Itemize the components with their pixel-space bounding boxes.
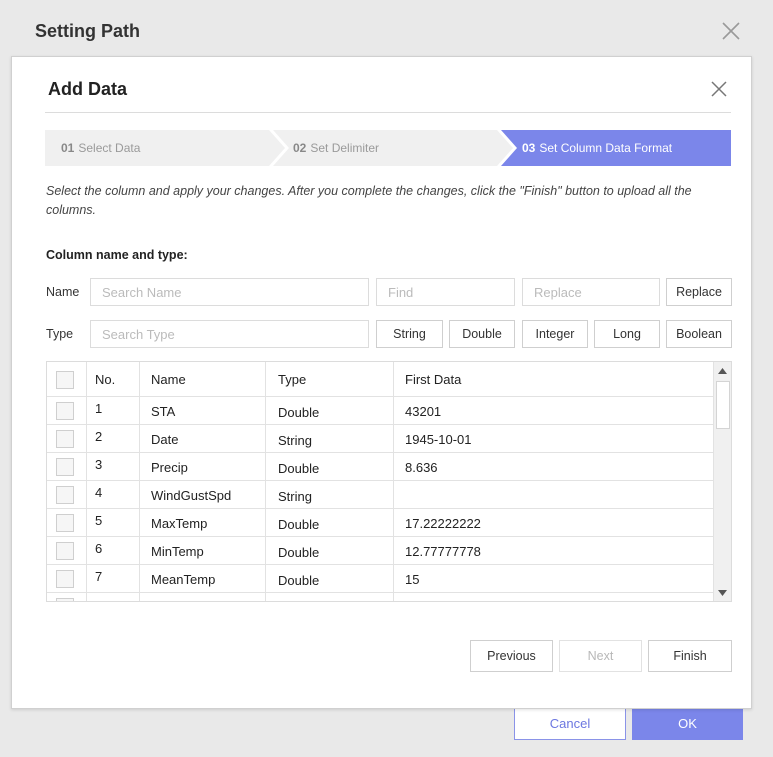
outer-dialog-title: Setting Path	[35, 21, 141, 41]
step-select-data: 01 Select Data	[61, 130, 140, 166]
row-checkbox[interactable]	[56, 486, 74, 504]
scroll-up-arrow-icon[interactable]	[714, 362, 731, 379]
type-string-button[interactable]: String	[376, 320, 443, 348]
row-first-data: 15	[405, 572, 420, 587]
row-no: 5	[95, 513, 103, 528]
type-row-label: Type	[46, 327, 74, 341]
replace-input[interactable]: Replace	[522, 278, 660, 306]
search-type-input[interactable]: Search Type	[90, 320, 369, 348]
row-name: Precip	[151, 460, 188, 475]
outer-close-icon[interactable]	[720, 20, 742, 42]
step-indicator: 01 Select Data 02 Set Delimiter 03 Set Colu…	[45, 130, 731, 166]
type-boolean-button[interactable]: Boolean	[666, 320, 732, 348]
row-no: 7	[95, 569, 103, 584]
instructions-text: Select the column and apply your changes…	[46, 184, 692, 217]
title-divider	[45, 112, 731, 113]
header-type: Type	[278, 372, 307, 387]
type-long-button[interactable]: Long	[594, 320, 660, 348]
row-checkbox[interactable]	[56, 598, 74, 601]
row-type[interactable]: Double	[278, 405, 319, 420]
replace-button[interactable]: Replace	[666, 278, 732, 306]
row-type[interactable]: Double	[278, 461, 319, 476]
next-button[interactable]: Next	[559, 640, 642, 672]
previous-button[interactable]: Previous	[470, 640, 553, 672]
scroll-down-arrow-icon[interactable]	[714, 584, 731, 601]
row-first-data: 1945-10-01	[405, 432, 472, 447]
type-integer-button[interactable]: Integer	[522, 320, 588, 348]
row-first-data: 12.77777778	[405, 544, 481, 559]
row-name: STA	[151, 404, 176, 419]
step-number: 01	[61, 141, 75, 155]
dialog-close-icon[interactable]	[709, 79, 729, 99]
row-first-data: 43201	[405, 404, 442, 419]
row-checkbox[interactable]	[56, 402, 74, 420]
row-name: WindGustSpd	[151, 488, 232, 503]
row-no: 3	[95, 457, 103, 472]
search-name-input[interactable]: Search Name	[90, 278, 369, 306]
scroll-thumb[interactable]	[716, 381, 730, 429]
header-name: Name	[151, 372, 186, 387]
row-checkbox[interactable]	[56, 514, 74, 532]
name-row-label: Name	[46, 285, 80, 299]
step-number: 03	[522, 141, 536, 155]
step-label: Set Column Data Format	[539, 141, 673, 155]
add-data-dialog: Add Data 01 Select Data 02 Set Delimiter 0…	[11, 56, 752, 709]
row-type[interactable]: Double	[278, 545, 319, 560]
type-double-button[interactable]: Double	[449, 320, 515, 348]
row-checkbox[interactable]	[56, 570, 74, 588]
step-set-column-data-format: 03 Set Column Data Format	[522, 130, 672, 166]
row-checkbox[interactable]	[56, 458, 74, 476]
row-type[interactable]: Double	[278, 517, 319, 532]
header-first-data: First Data	[405, 372, 462, 387]
select-all-checkbox[interactable]	[56, 371, 74, 389]
row-no: 1	[95, 401, 103, 416]
step-label: Set Delimiter	[310, 141, 380, 155]
row-checkbox[interactable]	[56, 430, 74, 448]
outer-ok-button[interactable]: OK	[632, 706, 743, 740]
table-scrollbar[interactable]	[713, 362, 731, 601]
row-no: 4	[95, 485, 103, 500]
row-name: MeanTemp	[151, 572, 216, 587]
step-number: 02	[293, 141, 307, 155]
row-type[interactable]: String	[278, 489, 312, 504]
column-table: No. Name Type First Data 1 STA Double 43…	[46, 361, 732, 602]
row-type[interactable]: Double	[278, 573, 319, 588]
finish-button[interactable]: Finish	[648, 640, 732, 672]
row-name: MinTemp	[151, 544, 204, 559]
step-label: Select Data	[78, 141, 141, 155]
row-first-data: 17.22222222	[405, 516, 481, 531]
row-checkbox[interactable]	[56, 542, 74, 560]
section-label: Column name and type:	[46, 248, 188, 262]
outer-cancel-button[interactable]: Cancel	[514, 706, 626, 740]
row-first-data: 8.636	[405, 460, 438, 475]
header-no: No.	[95, 372, 116, 387]
row-type[interactable]: String	[278, 433, 312, 448]
row-no: 2	[95, 429, 103, 444]
row-no: 6	[95, 541, 103, 556]
row-name: MaxTemp	[151, 516, 208, 531]
row-name: Date	[151, 432, 179, 447]
dialog-title: Add Data	[48, 79, 128, 99]
find-input[interactable]: Find	[376, 278, 515, 306]
step-set-delimiter: 02 Set Delimiter	[293, 130, 379, 166]
